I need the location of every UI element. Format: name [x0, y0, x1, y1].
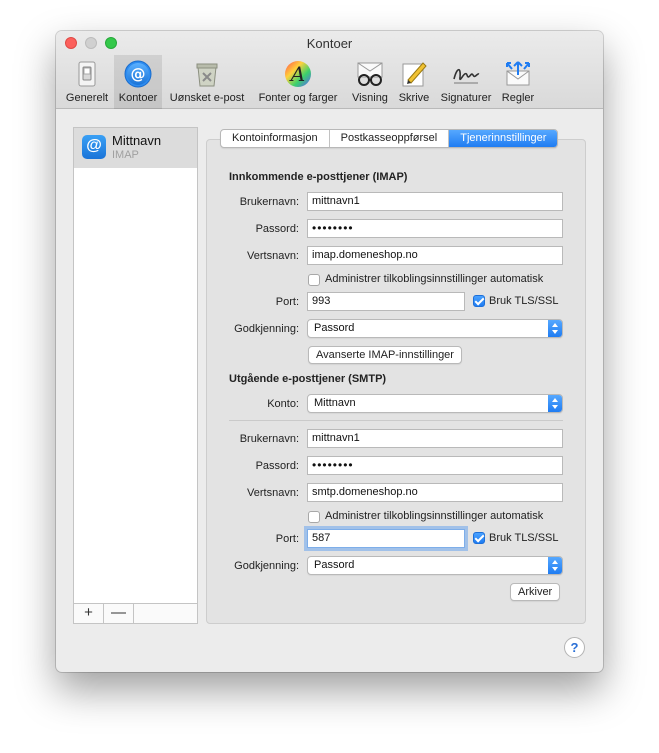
tab-server-settings[interactable]: Tjenerinnstillinger [449, 130, 558, 147]
outgoing-password-field[interactable]: •••••••• [307, 456, 563, 475]
toolbar-label: Skrive [398, 92, 430, 104]
incoming-tls-checkbox[interactable] [473, 295, 485, 307]
toolbar-label: Regler [501, 92, 535, 104]
tab-mailbox-behaviors[interactable]: Postkasseoppførsel [330, 130, 450, 147]
outgoing-account-value: Mittnavn [314, 397, 356, 409]
outgoing-account-select[interactable]: Mittnavn [307, 394, 563, 413]
incoming-auto-settings-checkbox[interactable] [308, 274, 320, 286]
toolbar-item-composing[interactable]: Skrive [394, 55, 434, 109]
incoming-auth-value: Passord [314, 322, 355, 334]
toolbar-item-signatures[interactable]: Signaturer [436, 55, 496, 109]
outgoing-host-label: Vertsnavn: [247, 487, 299, 499]
toolbar-label: Kontoer [118, 92, 158, 104]
add-account-button[interactable]: + [74, 604, 104, 623]
svg-text:A: A [289, 62, 305, 86]
compose-icon [402, 62, 427, 87]
preferences-window: Kontoer Generelt @ Kontoer Uønsket e-pos… [56, 31, 603, 672]
toolbar-item-rules[interactable]: Regler [496, 55, 540, 109]
incoming-auth-label: Godkjenning: [234, 323, 299, 335]
incoming-auth-select[interactable]: Passord [307, 319, 563, 338]
outgoing-auto-settings-label: Administrer tilkoblingsinnstillinger aut… [325, 510, 544, 522]
incoming-server-title: Innkommende e-posttjener (IMAP) [229, 171, 408, 183]
incoming-auto-settings-label: Administrer tilkoblingsinnstillinger aut… [325, 273, 544, 285]
chevron-updown-icon [548, 557, 562, 574]
outgoing-username-field[interactable]: mittnavn1 [307, 429, 563, 448]
outgoing-server-title: Utgående e-posttjener (SMTP) [229, 373, 387, 385]
toolbar-item-accounts[interactable]: @ Kontoer [114, 55, 162, 109]
signature-icon [453, 68, 480, 84]
outgoing-tls-checkbox[interactable] [473, 532, 485, 544]
incoming-password-label: Passord: [255, 223, 299, 235]
font-icon: A [285, 61, 311, 87]
toolbar-item-junk-mail[interactable]: Uønsket e-post [164, 55, 250, 109]
help-button[interactable]: ? [564, 637, 585, 658]
outgoing-auth-select[interactable]: Passord [307, 556, 563, 575]
toolbar-item-general[interactable]: Generelt [60, 55, 114, 109]
incoming-host-label: Vertsnavn: [247, 250, 299, 262]
advanced-imap-settings-button[interactable]: Avanserte IMAP-innstillinger [308, 346, 462, 364]
outgoing-username-label: Brukernavn: [239, 433, 299, 445]
incoming-port-label: Port: [275, 296, 299, 308]
window-title: Kontoer [306, 36, 353, 51]
incoming-password-field[interactable]: •••••••• [307, 219, 563, 238]
remove-account-button[interactable]: — [104, 604, 134, 623]
tab-bar: Kontoinformasjon Postkasseoppførsel Tjen… [220, 129, 559, 148]
account-row-mittnavn[interactable]: @ Mittnavn IMAP [74, 128, 197, 168]
at-icon: @ [82, 135, 106, 159]
outgoing-port-label: Port: [275, 533, 299, 545]
chevron-updown-icon [548, 320, 562, 337]
rules-icon [506, 61, 530, 86]
toolbar-label: Uønsket e-post [169, 92, 245, 104]
incoming-username-field[interactable]: mittnavn1 [307, 192, 563, 211]
toolbar-item-viewing[interactable]: Visning [346, 55, 394, 109]
glasses-icon [357, 62, 383, 86]
outgoing-port-field[interactable]: 587 [307, 529, 465, 548]
outgoing-password-label: Passord: [255, 460, 299, 472]
toolbar-label: Generelt [65, 92, 109, 104]
toolbar-label: Signaturer [440, 92, 492, 104]
archive-button[interactable]: Arkiver [510, 583, 561, 601]
outgoing-auto-settings-checkbox[interactable] [308, 511, 320, 523]
incoming-username-label: Brukernavn: [239, 196, 299, 208]
toolbar-label: Visning [352, 92, 388, 104]
incoming-tls-label: Bruk TLS/SSL [489, 295, 559, 307]
outgoing-account-label: Konto: [267, 398, 299, 410]
svg-text:@: @ [131, 65, 146, 83]
titlebar: Kontoer Generelt @ Kontoer Uønsket e-pos… [56, 31, 603, 109]
outgoing-auth-value: Passord [314, 559, 355, 571]
account-list-footer: + — [74, 603, 197, 623]
toolbar-item-fonts-colors[interactable]: A Fonter og farger [252, 55, 344, 109]
chevron-updown-icon [548, 395, 562, 412]
outgoing-tls-label: Bruk TLS/SSL [489, 532, 559, 544]
section-divider [229, 420, 563, 421]
incoming-host-field[interactable]: imap.domeneshop.no [307, 246, 563, 265]
at-icon: @ [124, 60, 152, 88]
account-type: IMAP [112, 149, 139, 161]
outgoing-host-field[interactable]: smtp.domeneshop.no [307, 483, 563, 502]
toolbar-label: Fonter og farger [258, 92, 338, 104]
incoming-port-field[interactable]: 993 [307, 292, 465, 311]
outgoing-auth-label: Godkjenning: [234, 560, 299, 572]
switch-icon [78, 61, 96, 87]
junk-mail-icon [196, 63, 218, 87]
tab-account-information[interactable]: Kontoinformasjon [221, 130, 330, 147]
account-name: Mittnavn [112, 133, 162, 148]
